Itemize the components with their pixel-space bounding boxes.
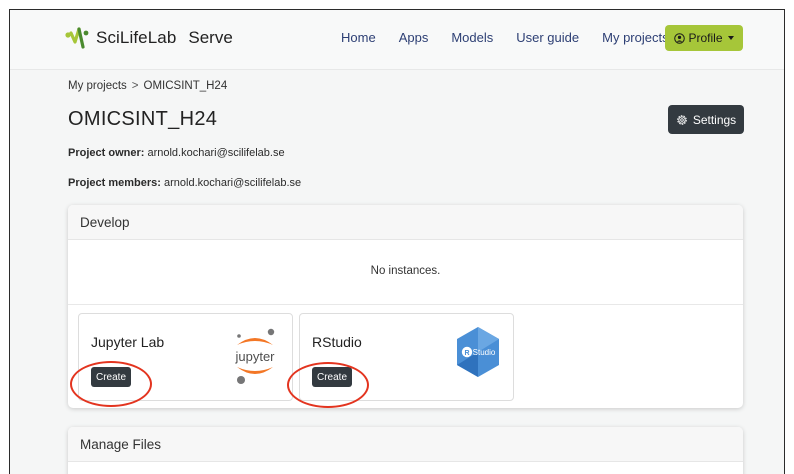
breadcrumb-current: OMICSINT_H24 <box>143 80 228 92</box>
gear-icon <box>677 114 687 125</box>
main-nav: Home Apps Models User guide My projects <box>341 30 669 45</box>
project-owner: Project owner: arnold.kochari@scilifelab… <box>68 147 285 159</box>
jupyter-logo-text: jupyter <box>234 349 275 364</box>
project-members-label: Project members: <box>68 177 161 189</box>
profile-dropdown-button[interactable]: Profile <box>665 25 743 51</box>
settings-label: Settings <box>692 112 737 127</box>
brand-name: SciLifeLab <box>96 28 177 47</box>
svg-text:R: R <box>464 350 469 357</box>
nav-link-home[interactable]: Home <box>341 30 376 45</box>
highlight-ring <box>70 361 152 407</box>
rstudio-logo-text: Studio <box>473 348 496 357</box>
nav-link-apps[interactable]: Apps <box>399 30 429 45</box>
nav-link-user-guide[interactable]: User guide <box>516 30 579 45</box>
nav-link-models[interactable]: Models <box>451 30 493 45</box>
project-owner-value: arnold.kochari@scilifelab.se <box>147 147 285 159</box>
page-title: OMICSINT_H24 <box>68 108 218 130</box>
manage-files-card-header: Manage Files <box>68 427 743 462</box>
develop-card: Develop No instances. Jupyter Lab Create… <box>68 205 743 408</box>
breadcrumb-separator: > <box>131 80 139 92</box>
caret-down-icon <box>727 36 734 40</box>
scilifelab-logo-icon <box>65 27 89 49</box>
user-circle-icon <box>674 32 686 44</box>
app-name: Jupyter Lab <box>91 334 165 350</box>
nav-link-my-projects[interactable]: My projects <box>602 30 668 45</box>
project-members: Project members: arnold.kochari@scilifel… <box>68 177 301 189</box>
project-members-value: arnold.kochari@scilifelab.se <box>164 177 302 189</box>
profile-label: Profile <box>688 31 723 45</box>
settings-button[interactable]: Settings <box>668 105 744 134</box>
highlight-ring <box>287 362 369 408</box>
manage-files-card: Manage Files <box>68 427 743 474</box>
develop-title: Develop <box>80 215 130 230</box>
jupyter-logo-icon: jupyter <box>234 328 275 384</box>
breadcrumb-link-my-projects[interactable]: My projects <box>68 80 127 92</box>
divider <box>68 304 743 305</box>
manage-files-title: Manage Files <box>80 437 162 452</box>
no-instances-text: No instances. <box>370 265 441 277</box>
rstudio-logo-icon: R Studio <box>457 327 499 377</box>
app-name: RStudio <box>312 334 362 350</box>
top-navbar: SciLifeLab Serve Home Apps Models User g… <box>10 10 784 70</box>
project-owner-label: Project owner: <box>68 147 145 159</box>
breadcrumb: My projects > OMICSINT_H24 <box>68 80 227 92</box>
develop-card-header: Develop <box>68 205 743 240</box>
browser-viewport: SciLifeLab Serve Home Apps Models User g… <box>9 9 785 474</box>
brand-product: Serve <box>188 28 233 47</box>
brand[interactable]: SciLifeLab Serve <box>65 27 233 49</box>
